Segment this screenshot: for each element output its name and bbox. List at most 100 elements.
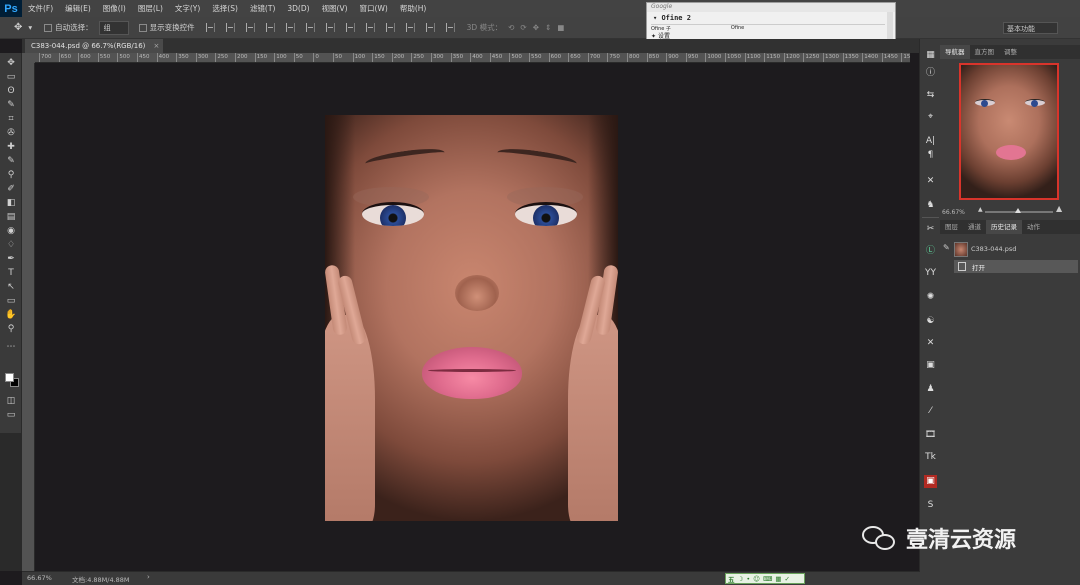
tool-presets-icon[interactable]: ✕ <box>924 175 937 188</box>
menu-window[interactable]: 窗口(W) <box>354 3 394 14</box>
tab-navigator[interactable]: 导航器 <box>940 45 970 59</box>
menu-view[interactable]: 视图(V) <box>316 3 354 14</box>
tab-channels[interactable]: 通道 <box>963 220 986 234</box>
paragraph-icon[interactable]: ¶ <box>924 149 937 162</box>
properties-icon[interactable]: ⇆ <box>924 89 937 102</box>
distribute-hcenter-icon[interactable] <box>405 23 415 32</box>
vertical-ruler[interactable] <box>22 63 35 571</box>
ime-dot-icon[interactable]: • <box>746 575 750 583</box>
plugin-pen-icon[interactable]: ⁄ <box>924 405 937 418</box>
screen-mode-icon[interactable]: ▭ <box>5 409 17 421</box>
zoom-tool-icon[interactable]: ⚲ <box>5 323 17 335</box>
clone-stamp-tool-icon[interactable]: ⚲ <box>5 169 17 181</box>
ime-tools-icon[interactable]: ✓ <box>785 575 790 583</box>
hand-tool-icon[interactable]: ✋ <box>5 309 17 321</box>
distribute-vcenter-icon[interactable] <box>345 23 355 32</box>
distribute-top-icon[interactable] <box>325 23 335 32</box>
menu-edit[interactable]: 编辑(E) <box>59 3 97 14</box>
panel-grid-icon[interactable]: ▦ <box>924 49 937 62</box>
eyedropper-tool-icon[interactable]: ✇ <box>5 127 17 139</box>
plugin-s-icon[interactable]: S <box>924 499 937 512</box>
tab-layers[interactable]: 图层 <box>940 220 963 234</box>
ime-wubi-icon[interactable]: 五 <box>728 574 735 584</box>
menu-3d[interactable]: 3D(D) <box>281 4 315 13</box>
info-icon[interactable]: ⓘ <box>924 67 937 80</box>
plugin-l-icon[interactable]: Ⓛ <box>924 245 937 258</box>
history-brush-icon[interactable]: ✎ <box>943 243 950 252</box>
tool-preset-chevron-icon[interactable]: ▾ <box>28 23 32 32</box>
ime-grid-icon[interactable]: ▦ <box>775 575 781 583</box>
slider-knob[interactable] <box>1015 208 1021 213</box>
eraser-tool-icon[interactable]: ◧ <box>5 197 17 209</box>
document-canvas[interactable] <box>36 64 910 571</box>
document-tab[interactable]: C383-044.psd @ 66.7%(RGB/16) × <box>25 39 164 53</box>
menu-image[interactable]: 图像(I) <box>97 3 132 14</box>
menu-layer[interactable]: 图层(L) <box>132 3 169 14</box>
zoom-out-icon[interactable]: ▲ <box>978 206 983 213</box>
align-hcenter-icon[interactable] <box>285 23 295 32</box>
menu-file[interactable]: 文件(F) <box>22 3 59 14</box>
gradient-tool-icon[interactable]: ▤ <box>5 211 17 223</box>
menu-select[interactable]: 选择(S) <box>206 3 244 14</box>
plugin-scissors-icon[interactable]: ✂ <box>924 223 937 236</box>
status-zoom[interactable]: 66.67% <box>27 574 52 582</box>
crop-tool-icon[interactable]: ⌗ <box>5 113 17 125</box>
ime-scrollbar[interactable] <box>887 12 893 39</box>
plugin-sun-icon[interactable]: ✺ <box>924 291 937 304</box>
pen-tool-icon[interactable]: ✒ <box>5 253 17 265</box>
align-right-icon[interactable] <box>305 23 315 32</box>
3d-drag-icon[interactable]: ✥ <box>533 23 539 32</box>
film-icon[interactable]: 🎞 <box>924 429 937 442</box>
distribute-left-icon[interactable] <box>385 23 395 32</box>
menu-filter[interactable]: 滤镜(T) <box>244 3 281 14</box>
plugin-yinyang-icon[interactable]: ☯ <box>924 315 937 328</box>
foreground-color-swatch[interactable] <box>5 373 14 382</box>
3d-scale-icon[interactable]: ■ <box>557 23 564 32</box>
auto-select-checkbox[interactable] <box>44 24 53 32</box>
more-tools-icon[interactable]: ⋯ <box>5 341 17 353</box>
tab-histogram[interactable]: 直方图 <box>970 45 1000 59</box>
plugin-x-icon[interactable]: ✕ <box>924 337 937 350</box>
quick-mask-icon[interactable]: ◫ <box>5 395 17 407</box>
lasso-tool-icon[interactable]: ʘ <box>5 85 17 97</box>
history-step-row[interactable]: 打开 <box>954 260 1078 273</box>
status-menu-arrow-icon[interactable]: › <box>147 573 150 581</box>
zoom-in-icon[interactable]: ▲ <box>1056 204 1062 213</box>
type-tool-icon[interactable]: T <box>5 267 17 279</box>
tab-adjustments[interactable]: 调整 <box>999 45 1022 59</box>
close-icon[interactable]: × <box>154 39 160 53</box>
align-vcenter-icon[interactable] <box>225 23 235 32</box>
ime-keyboard-icon[interactable]: ⌨ <box>763 575 772 583</box>
clone-source-icon[interactable]: ♞ <box>924 199 937 212</box>
align-bottom-icon[interactable] <box>245 23 255 32</box>
brush-settings-icon[interactable]: ⌖ <box>924 111 937 124</box>
path-select-tool-icon[interactable]: ↖ <box>5 281 17 293</box>
navigator-zoom-value[interactable]: 66.67% <box>942 209 965 216</box>
auto-select-option[interactable]: 自动选择： <box>44 22 93 33</box>
plugin-red-icon[interactable]: ▣ <box>924 475 937 488</box>
tab-actions[interactable]: 动作 <box>1022 220 1045 234</box>
blur-tool-icon[interactable]: ◉ <box>5 225 17 237</box>
move-tool-icon[interactable]: ✥ <box>14 22 22 33</box>
distribute-bottom-icon[interactable] <box>365 23 375 32</box>
ime-candidate[interactable]: Ofine <box>731 25 744 31</box>
ime-moon-icon[interactable]: ☽ <box>738 575 744 583</box>
show-transform-option[interactable]: 显示变换控件 <box>138 22 195 33</box>
ime-emoji-icon[interactable]: ☺ <box>753 575 760 583</box>
quick-select-tool-icon[interactable]: ✎ <box>5 99 17 111</box>
distribute-right-icon[interactable] <box>425 23 435 32</box>
horizontal-ruler[interactable]: 700 650 600 550 500 450 400 350 300 250 200 150 100 5… <box>35 53 910 63</box>
history-snapshot-row[interactable]: ✎ C383-044.psd <box>940 240 1080 258</box>
character-icon[interactable]: A| <box>924 135 937 148</box>
auto-select-dropdown[interactable]: 组 <box>98 20 129 35</box>
move-tool-icon[interactable]: ✥ <box>5 57 17 69</box>
menu-help[interactable]: 帮助(H) <box>394 3 433 14</box>
navigator-thumbnail[interactable] <box>959 63 1059 200</box>
align-top-icon[interactable] <box>205 23 215 32</box>
align-left-icon[interactable] <box>265 23 275 32</box>
rectangle-tool-icon[interactable]: ▭ <box>5 295 17 307</box>
plugin-figure-icon[interactable]: ♟ <box>924 383 937 396</box>
plugin-yy-icon[interactable]: YY <box>924 267 937 280</box>
history-brush-tool-icon[interactable]: ✐ <box>5 183 17 195</box>
dodge-tool-icon[interactable]: ♢ <box>5 239 17 251</box>
